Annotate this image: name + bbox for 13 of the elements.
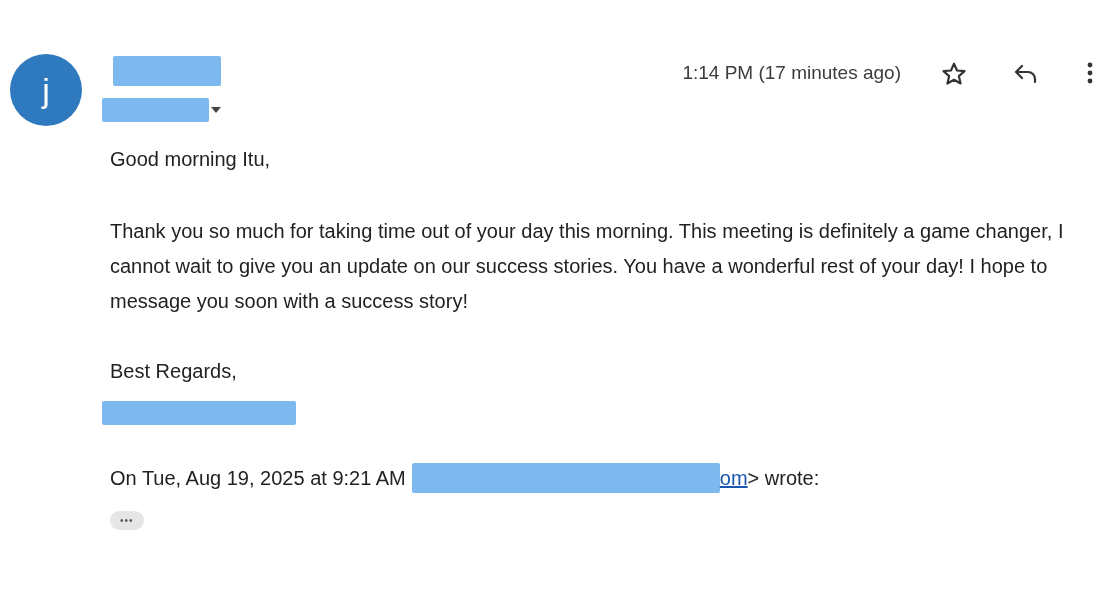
email-link[interactable]: om xyxy=(719,466,748,490)
quote-header-text: > wrote: xyxy=(747,466,820,490)
more-options-icon[interactable] xyxy=(1087,62,1093,84)
greeting-text: Good morning Itu, xyxy=(110,147,272,172)
star-icon[interactable] xyxy=(941,61,967,87)
avatar: j xyxy=(10,54,82,126)
timestamp: 1:14 PM (17 minutes ago) xyxy=(682,62,901,84)
caret-icon[interactable] xyxy=(211,107,221,113)
quote-header-text: On Tue, Aug 19, 2025 at 9:21 AM xyxy=(110,466,406,490)
reply-icon[interactable] xyxy=(1013,63,1039,85)
closing-text: Best Regards, xyxy=(110,359,238,384)
show-trimmed-content-button[interactable]: ••• xyxy=(110,511,144,530)
message-paragraph: Thank you so much for taking time out of your day this morning. This meeting is definitely a game changer, I cannot wait to give you an update on our success stories. You have a wonderful rest of your day! I hope to message you soon with a success story! xyxy=(110,219,1065,314)
